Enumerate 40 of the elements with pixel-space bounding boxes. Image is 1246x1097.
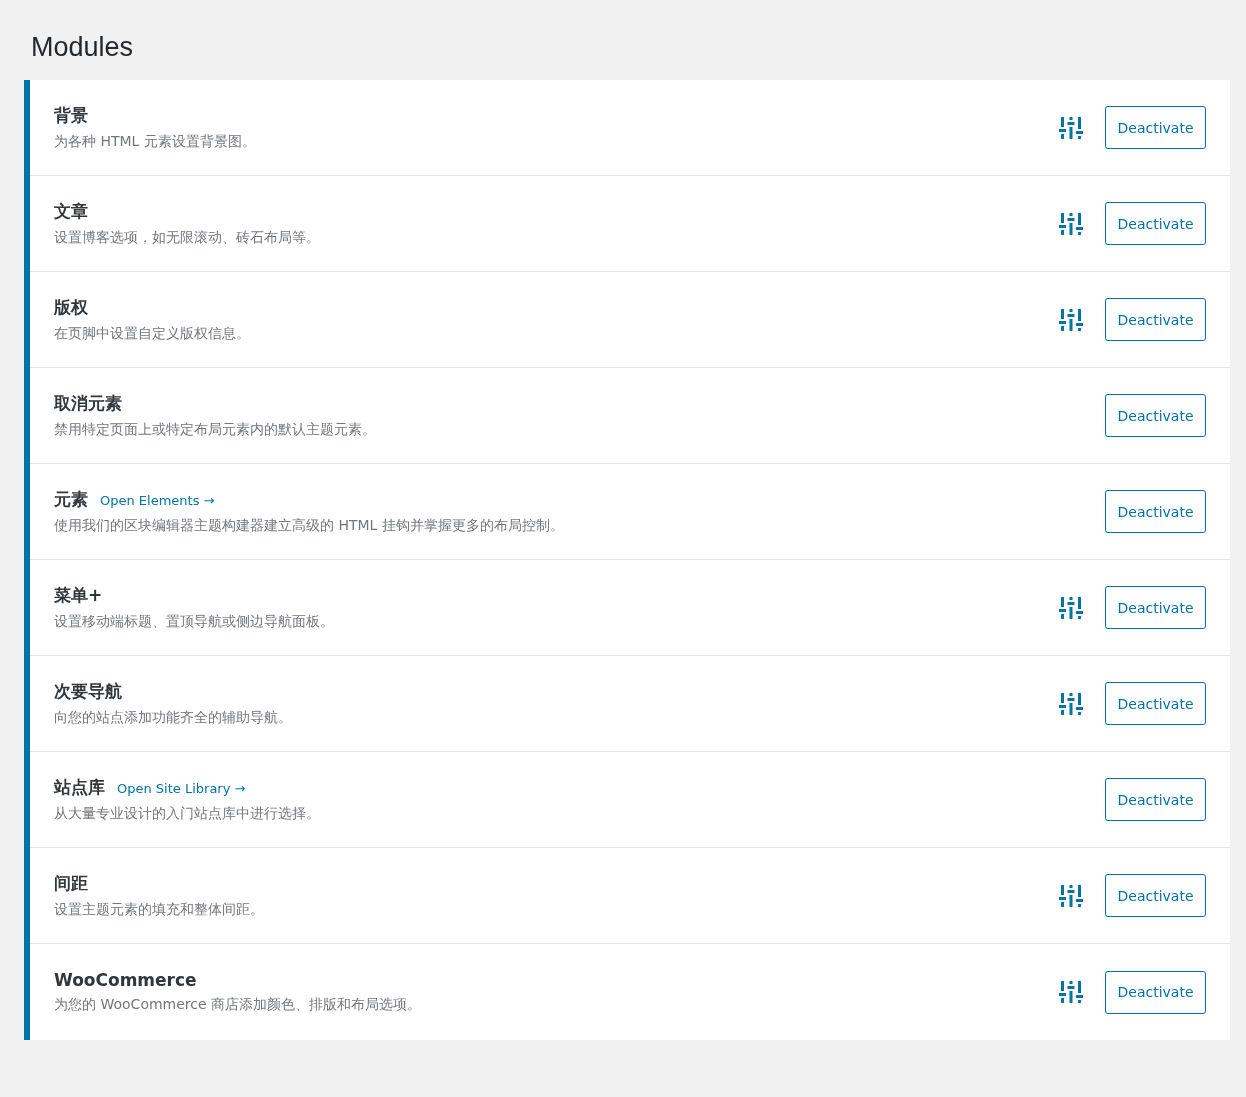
module-title: 菜单+	[54, 584, 103, 607]
settings-icon[interactable]	[1059, 212, 1083, 235]
module-title: 背景	[54, 104, 88, 127]
module-description: 设置移动端标题、置顶导航或侧边导航面板。	[54, 613, 334, 631]
module-title: WooCommerce	[54, 970, 197, 990]
page-title: Modules	[31, 31, 135, 64]
module-description: 从大量专业设计的入门站点库中进行选择。	[54, 805, 320, 823]
module-description: 为您的 WooCommerce 商店添加颜色、排版和布局选项。	[54, 996, 422, 1014]
deactivate-button[interactable]: Deactivate	[1105, 394, 1206, 437]
module-title: 元素	[54, 488, 88, 511]
deactivate-button[interactable]: Deactivate	[1105, 970, 1206, 1014]
deactivate-button[interactable]: Deactivate	[1105, 778, 1206, 821]
deactivate-button[interactable]: Deactivate	[1105, 490, 1206, 533]
module-description: 设置主题元素的填充和整体间距。	[54, 901, 264, 919]
module-title: 版权	[54, 296, 88, 319]
settings-icon[interactable]	[1059, 116, 1083, 139]
module-title: 取消元素	[54, 392, 122, 415]
module-description: 为各种 HTML 元素设置背景图。	[54, 133, 256, 151]
deactivate-button[interactable]: Deactivate	[1105, 298, 1206, 341]
settings-icon[interactable]	[1059, 981, 1083, 1003]
module-title: 间距	[54, 872, 88, 895]
module-link[interactable]: Open Elements →	[100, 493, 215, 508]
module-description: 向您的站点添加功能齐全的辅助导航。	[54, 709, 292, 727]
deactivate-button[interactable]: Deactivate	[1105, 586, 1206, 629]
module-title: 文章	[54, 200, 88, 223]
settings-icon[interactable]	[1059, 596, 1083, 619]
deactivate-button[interactable]: Deactivate	[1105, 874, 1206, 917]
settings-icon[interactable]	[1059, 692, 1083, 715]
module-link[interactable]: Open Site Library →	[117, 781, 246, 796]
settings-icon[interactable]	[1059, 884, 1083, 907]
module-title: 站点库	[54, 776, 105, 799]
module-description: 使用我们的区块编辑器主题构建器建立高级的 HTML 挂钩并掌握更多的布局控制。	[54, 517, 564, 535]
module-description: 设置博客选项，如无限滚动、砖石布局等。	[54, 229, 320, 247]
module-description: 禁用特定页面上或特定布局元素内的默认主题元素。	[54, 421, 376, 439]
deactivate-button[interactable]: Deactivate	[1105, 682, 1206, 725]
deactivate-button[interactable]: Deactivate	[1105, 202, 1206, 245]
module-description: 在页脚中设置自定义版权信息。	[54, 325, 250, 343]
deactivate-button[interactable]: Deactivate	[1105, 106, 1206, 149]
settings-icon[interactable]	[1059, 308, 1083, 331]
module-title: 次要导航	[54, 680, 122, 703]
